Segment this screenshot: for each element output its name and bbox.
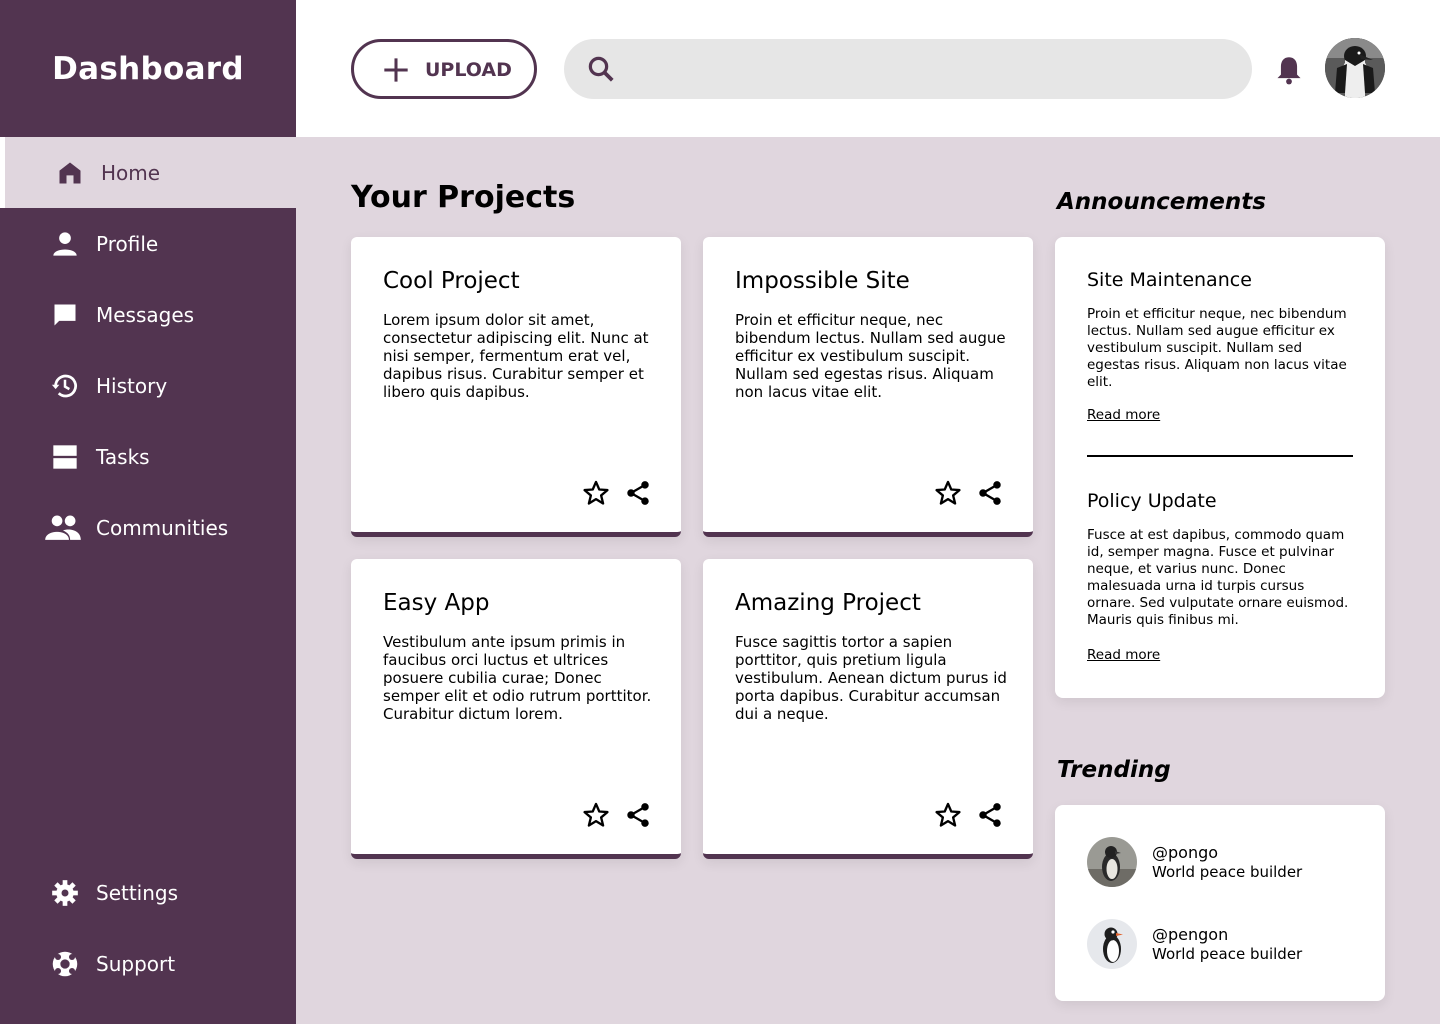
gear-icon xyxy=(46,874,84,912)
share-icon[interactable] xyxy=(976,801,1004,829)
bell-icon[interactable] xyxy=(1275,55,1303,85)
sidebar: Dashboard Home Profile Messages History … xyxy=(0,0,296,1024)
trending-description: World peace builder xyxy=(1152,863,1303,881)
history-icon xyxy=(46,367,84,405)
project-description: Vestibulum ante ipsum primis in faucibus… xyxy=(383,633,652,723)
search-icon xyxy=(588,56,614,82)
sidebar-item-tasks[interactable]: Tasks xyxy=(0,421,296,492)
sidebar-item-label: Profile xyxy=(96,231,159,256)
upload-label: UPLOAD xyxy=(425,59,512,81)
lifebuoy-icon xyxy=(46,945,84,983)
plus-icon xyxy=(384,58,408,82)
app-title: Dashboard xyxy=(52,50,244,87)
sidebar-item-profile[interactable]: Profile xyxy=(0,208,296,279)
top-header: UPLOAD xyxy=(296,0,1440,137)
divider xyxy=(1087,455,1353,457)
sidebar-item-label: History xyxy=(96,373,168,398)
people-icon xyxy=(44,509,82,547)
trending-handle: @pongo xyxy=(1152,843,1219,862)
project-title: Impossible Site xyxy=(735,268,910,294)
user-avatar[interactable] xyxy=(1325,38,1385,98)
tasks-icon xyxy=(46,438,84,476)
trending-user[interactable]: @pengon World peace builder xyxy=(1087,919,1367,971)
sidebar-item-label: Messages xyxy=(96,302,195,327)
read-more-link[interactable]: Read more xyxy=(1087,647,1160,663)
share-icon[interactable] xyxy=(976,479,1004,507)
sidebar-item-communities[interactable]: Communities xyxy=(0,492,296,563)
share-icon[interactable] xyxy=(624,801,652,829)
sidebar-item-label: Communities xyxy=(96,515,229,540)
announcement-body: Proin et efficitur neque, nec bibendum l… xyxy=(1087,306,1347,390)
sidebar-item-label: Home xyxy=(101,160,161,185)
read-more-link[interactable]: Read more xyxy=(1087,407,1160,423)
announcement-title: Site Maintenance xyxy=(1087,269,1252,291)
project-description: Lorem ipsum dolor sit amet, consectetur … xyxy=(383,311,649,401)
search-input[interactable] xyxy=(634,49,1234,89)
message-icon xyxy=(46,296,84,334)
sidebar-item-label: Settings xyxy=(96,880,179,905)
person-icon xyxy=(46,225,84,263)
sidebar-item-messages[interactable]: Messages xyxy=(0,279,296,350)
project-card[interactable]: Easy App Vestibulum ante ipsum primis in… xyxy=(351,559,681,859)
trending-panel: @pongo World peace builder @pengon World… xyxy=(1055,805,1385,1001)
trending-user[interactable]: @pongo World peace builder xyxy=(1087,837,1367,889)
star-icon[interactable] xyxy=(582,479,610,507)
star-icon[interactable] xyxy=(934,479,962,507)
star-icon[interactable] xyxy=(934,801,962,829)
projects-title: Your Projects xyxy=(351,180,576,215)
share-icon[interactable] xyxy=(624,479,652,507)
project-title: Cool Project xyxy=(383,268,520,294)
trending-description: World peace builder xyxy=(1152,945,1303,963)
avatar xyxy=(1087,919,1137,969)
project-title: Amazing Project xyxy=(735,590,921,616)
announcements-heading: Announcements xyxy=(1057,189,1266,215)
project-title: Easy App xyxy=(383,590,490,616)
avatar xyxy=(1087,837,1137,887)
search-bar[interactable] xyxy=(564,39,1252,99)
trending-handle: @pengon xyxy=(1152,925,1229,944)
home-icon xyxy=(51,154,89,192)
announcements-panel: Site Maintenance Proin et efficitur nequ… xyxy=(1055,237,1385,698)
penguin-avatar-image xyxy=(1325,38,1385,98)
project-description: Proin et efficitur neque, nec bibendum l… xyxy=(735,311,1006,401)
sidebar-item-label: Support xyxy=(96,951,176,976)
project-card[interactable]: Impossible Site Proin et efficitur neque… xyxy=(703,237,1033,537)
sidebar-item-home[interactable]: Home xyxy=(0,137,296,208)
announcement-title: Policy Update xyxy=(1087,490,1217,512)
announcement-body: Fusce at est dapibus, commodo quam id, s… xyxy=(1087,527,1349,628)
project-card[interactable]: Amazing Project Fusce sagittis tortor a … xyxy=(703,559,1033,859)
sidebar-item-support[interactable]: Support xyxy=(0,928,296,999)
sidebar-item-history[interactable]: History xyxy=(0,350,296,421)
star-icon[interactable] xyxy=(582,801,610,829)
project-card[interactable]: Cool Project Lorem ipsum dolor sit amet,… xyxy=(351,237,681,537)
sidebar-item-label: Tasks xyxy=(96,444,150,469)
upload-button[interactable]: UPLOAD xyxy=(351,39,537,99)
sidebar-item-settings[interactable]: Settings xyxy=(0,857,296,928)
trending-heading: Trending xyxy=(1057,757,1171,783)
project-description: Fusce sagittis tortor a sapien porttitor… xyxy=(735,633,1007,723)
